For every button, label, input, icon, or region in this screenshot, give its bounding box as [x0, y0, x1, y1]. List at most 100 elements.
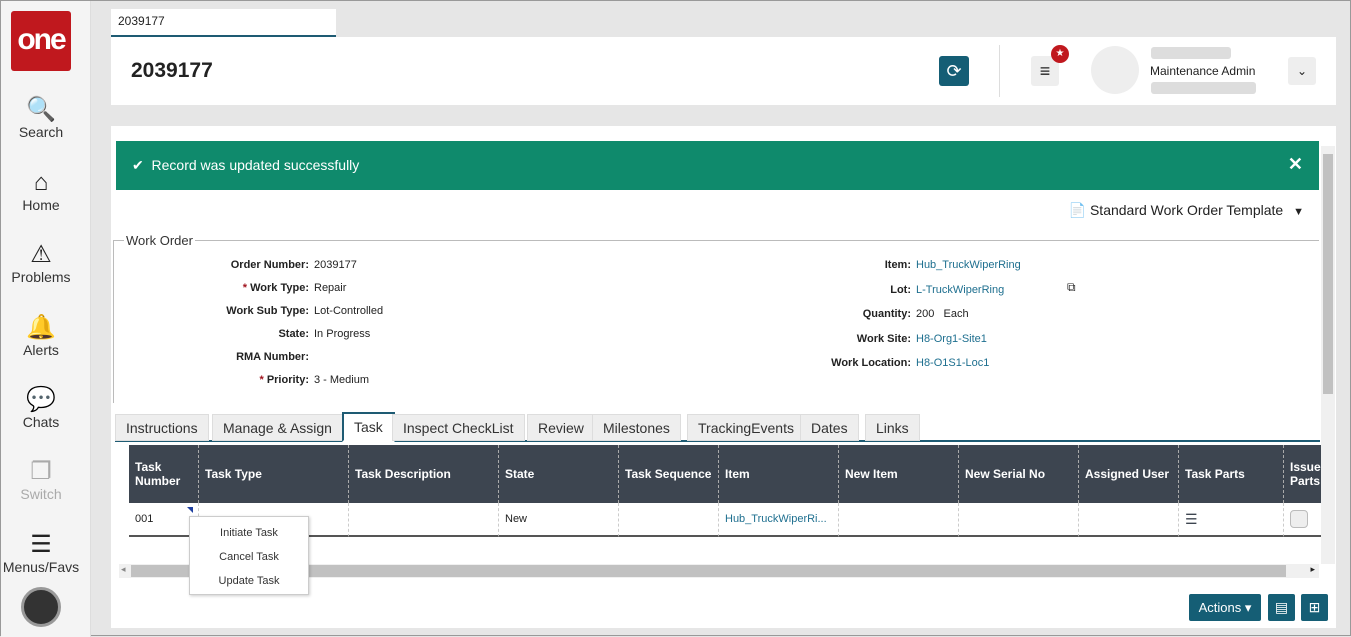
table-cell: [349, 503, 499, 537]
field-value: 3 - Medium: [314, 374, 370, 386]
field-label: Work Location:: [831, 357, 911, 369]
field-value[interactable]: H8-Org1-Site1: [916, 333, 987, 345]
column-header[interactable]: Task Parts: [1179, 445, 1284, 503]
row-menu-marker-icon[interactable]: [187, 507, 193, 513]
table-cell: [959, 503, 1079, 537]
nav-switch: ❐ Switch: [1, 458, 81, 502]
tab-inspect-checklist[interactable]: Inspect CheckList: [392, 414, 525, 441]
required-marker: *: [242, 282, 248, 294]
nav-home[interactable]: ⌂ Home: [1, 169, 81, 213]
assistant-avatar[interactable]: [21, 587, 61, 627]
column-header[interactable]: New Serial No: [959, 445, 1079, 503]
header: 2039177 ⟳ ≡ ★ Maintenance Admin ⌄: [111, 37, 1336, 105]
close-icon[interactable]: ✕: [1288, 154, 1303, 175]
document-icon: 📄: [1068, 202, 1087, 218]
nav-label: Chats: [22, 414, 60, 430]
warning-icon: ⚠: [30, 241, 52, 268]
issue-parts-checkbox[interactable]: [1290, 510, 1308, 528]
table-cell[interactable]: Hub_TruckWiperRi...: [719, 503, 839, 537]
tab-manage-assign[interactable]: Manage & Assign: [212, 414, 343, 441]
favorite-star-icon: ★: [1051, 45, 1069, 63]
column-header[interactable]: Task Sequence: [619, 445, 719, 503]
banner-message: Record was updated successfully: [151, 157, 360, 173]
sidebar: one 🔍 Search ⌂ Home ⚠ Problems 🔔 Alerts 💬 Cha…: [1, 1, 91, 637]
nav-label: Home: [22, 197, 60, 213]
user-dropdown-button[interactable]: ⌄: [1288, 57, 1316, 85]
check-circle-icon: ✔: [132, 157, 144, 173]
field-value: Repair: [314, 282, 347, 294]
column-header[interactable]: Issue Parts: [1284, 445, 1324, 503]
field-value[interactable]: L-TruckWiperRing: [916, 284, 1004, 296]
refresh-button[interactable]: ⟳: [939, 56, 969, 86]
bell-icon: 🔔: [26, 314, 56, 341]
caret-down-icon: ▼: [1293, 206, 1304, 218]
vertical-scrollbar[interactable]: [1321, 146, 1335, 564]
label-text: Work Sub Type:: [226, 305, 309, 317]
menu-item-initiate-task[interactable]: Initiate Task: [190, 521, 308, 545]
tab-task[interactable]: Task: [342, 412, 395, 442]
page-tab[interactable]: 2039177: [111, 9, 336, 37]
nav-alerts[interactable]: 🔔 Alerts: [1, 314, 81, 358]
nav-label: Problems: [11, 269, 71, 285]
success-banner: ✔ Record was updated successfully ✕: [116, 141, 1319, 190]
hamburger-icon: ☰: [30, 531, 52, 558]
table-cell[interactable]: [1284, 503, 1324, 537]
field-value: Lot-Controlled: [314, 305, 384, 317]
template-selector[interactable]: 📄 Standard Work Order Template ▼: [1069, 202, 1304, 219]
task-parts-icon[interactable]: ☰: [1185, 511, 1198, 528]
field-value[interactable]: Hub_TruckWiperRing: [916, 259, 1021, 271]
user-org-blurred: [1151, 82, 1256, 94]
column-header[interactable]: State: [499, 445, 619, 503]
field-label: Order Number:: [171, 259, 309, 271]
tab-trackingevents[interactable]: TrackingEvents: [687, 414, 805, 441]
nav-chats[interactable]: 💬 Chats: [1, 386, 81, 430]
divider: [999, 45, 1000, 97]
table-cell[interactable]: ☰: [1179, 503, 1284, 537]
cell-text: Hub_TruckWiperRi...: [725, 513, 827, 525]
tab-milestones[interactable]: Milestones: [592, 414, 681, 441]
copy-icon[interactable]: ⧉: [1067, 280, 1076, 295]
nav-label: Alerts: [23, 342, 59, 358]
chat-icon: 💬: [26, 386, 56, 413]
actions-button[interactable]: Actions ▾: [1189, 594, 1261, 621]
home-icon: ⌂: [33, 169, 49, 196]
label-text: RMA Number:: [236, 351, 309, 363]
nav-problems[interactable]: ⚠ Problems: [1, 241, 81, 285]
nav-label: Menus/Favs: [2, 559, 80, 575]
field-label: Quantity:: [862, 308, 911, 320]
app-logo[interactable]: one: [11, 11, 71, 71]
column-header[interactable]: Assigned User: [1079, 445, 1179, 503]
tab-review[interactable]: Review: [527, 414, 595, 441]
tab-links[interactable]: Links: [865, 414, 920, 441]
report-icon-button[interactable]: ▤: [1268, 594, 1295, 621]
user-name-blurred: [1151, 47, 1231, 59]
hierarchy-icon-button[interactable]: ⊞: [1301, 594, 1328, 621]
user-avatar[interactable]: [1091, 46, 1139, 94]
field-label: State:: [171, 328, 309, 340]
template-label: Standard Work Order Template: [1089, 202, 1284, 218]
nav-menus[interactable]: ☰ Menus/Favs: [1, 531, 81, 575]
cell-text: New: [505, 513, 528, 525]
table-cell: [839, 503, 959, 537]
field-label: * Work Type:: [171, 282, 309, 294]
search-icon: 🔍: [26, 96, 56, 123]
label-text: Work Type:: [250, 282, 309, 294]
column-header[interactable]: Task Description: [349, 445, 499, 503]
required-marker: *: [259, 374, 264, 386]
table-cell: New: [499, 503, 619, 537]
field-value: 2039177: [314, 259, 357, 271]
tab-instructions[interactable]: Instructions: [115, 414, 209, 441]
column-header[interactable]: Task Type: [199, 445, 349, 503]
menu-item-update-task[interactable]: Update Task: [190, 569, 308, 593]
label-text: Priority:: [266, 374, 309, 386]
menu-item-cancel-task[interactable]: Cancel Task: [190, 545, 308, 569]
field-value[interactable]: H8-O1S1-Loc1: [916, 357, 989, 369]
column-header[interactable]: Task Number: [129, 445, 199, 503]
tab-bar: Instructions Manage & Assign Task Inspect C…: [115, 412, 1320, 442]
nav-search[interactable]: 🔍 Search: [1, 96, 81, 140]
nav-label: Search: [18, 124, 64, 140]
column-header[interactable]: New Item: [839, 445, 959, 503]
section-legend: Work Order: [126, 233, 193, 248]
column-header[interactable]: Item: [719, 445, 839, 503]
tab-dates[interactable]: Dates: [800, 414, 859, 441]
